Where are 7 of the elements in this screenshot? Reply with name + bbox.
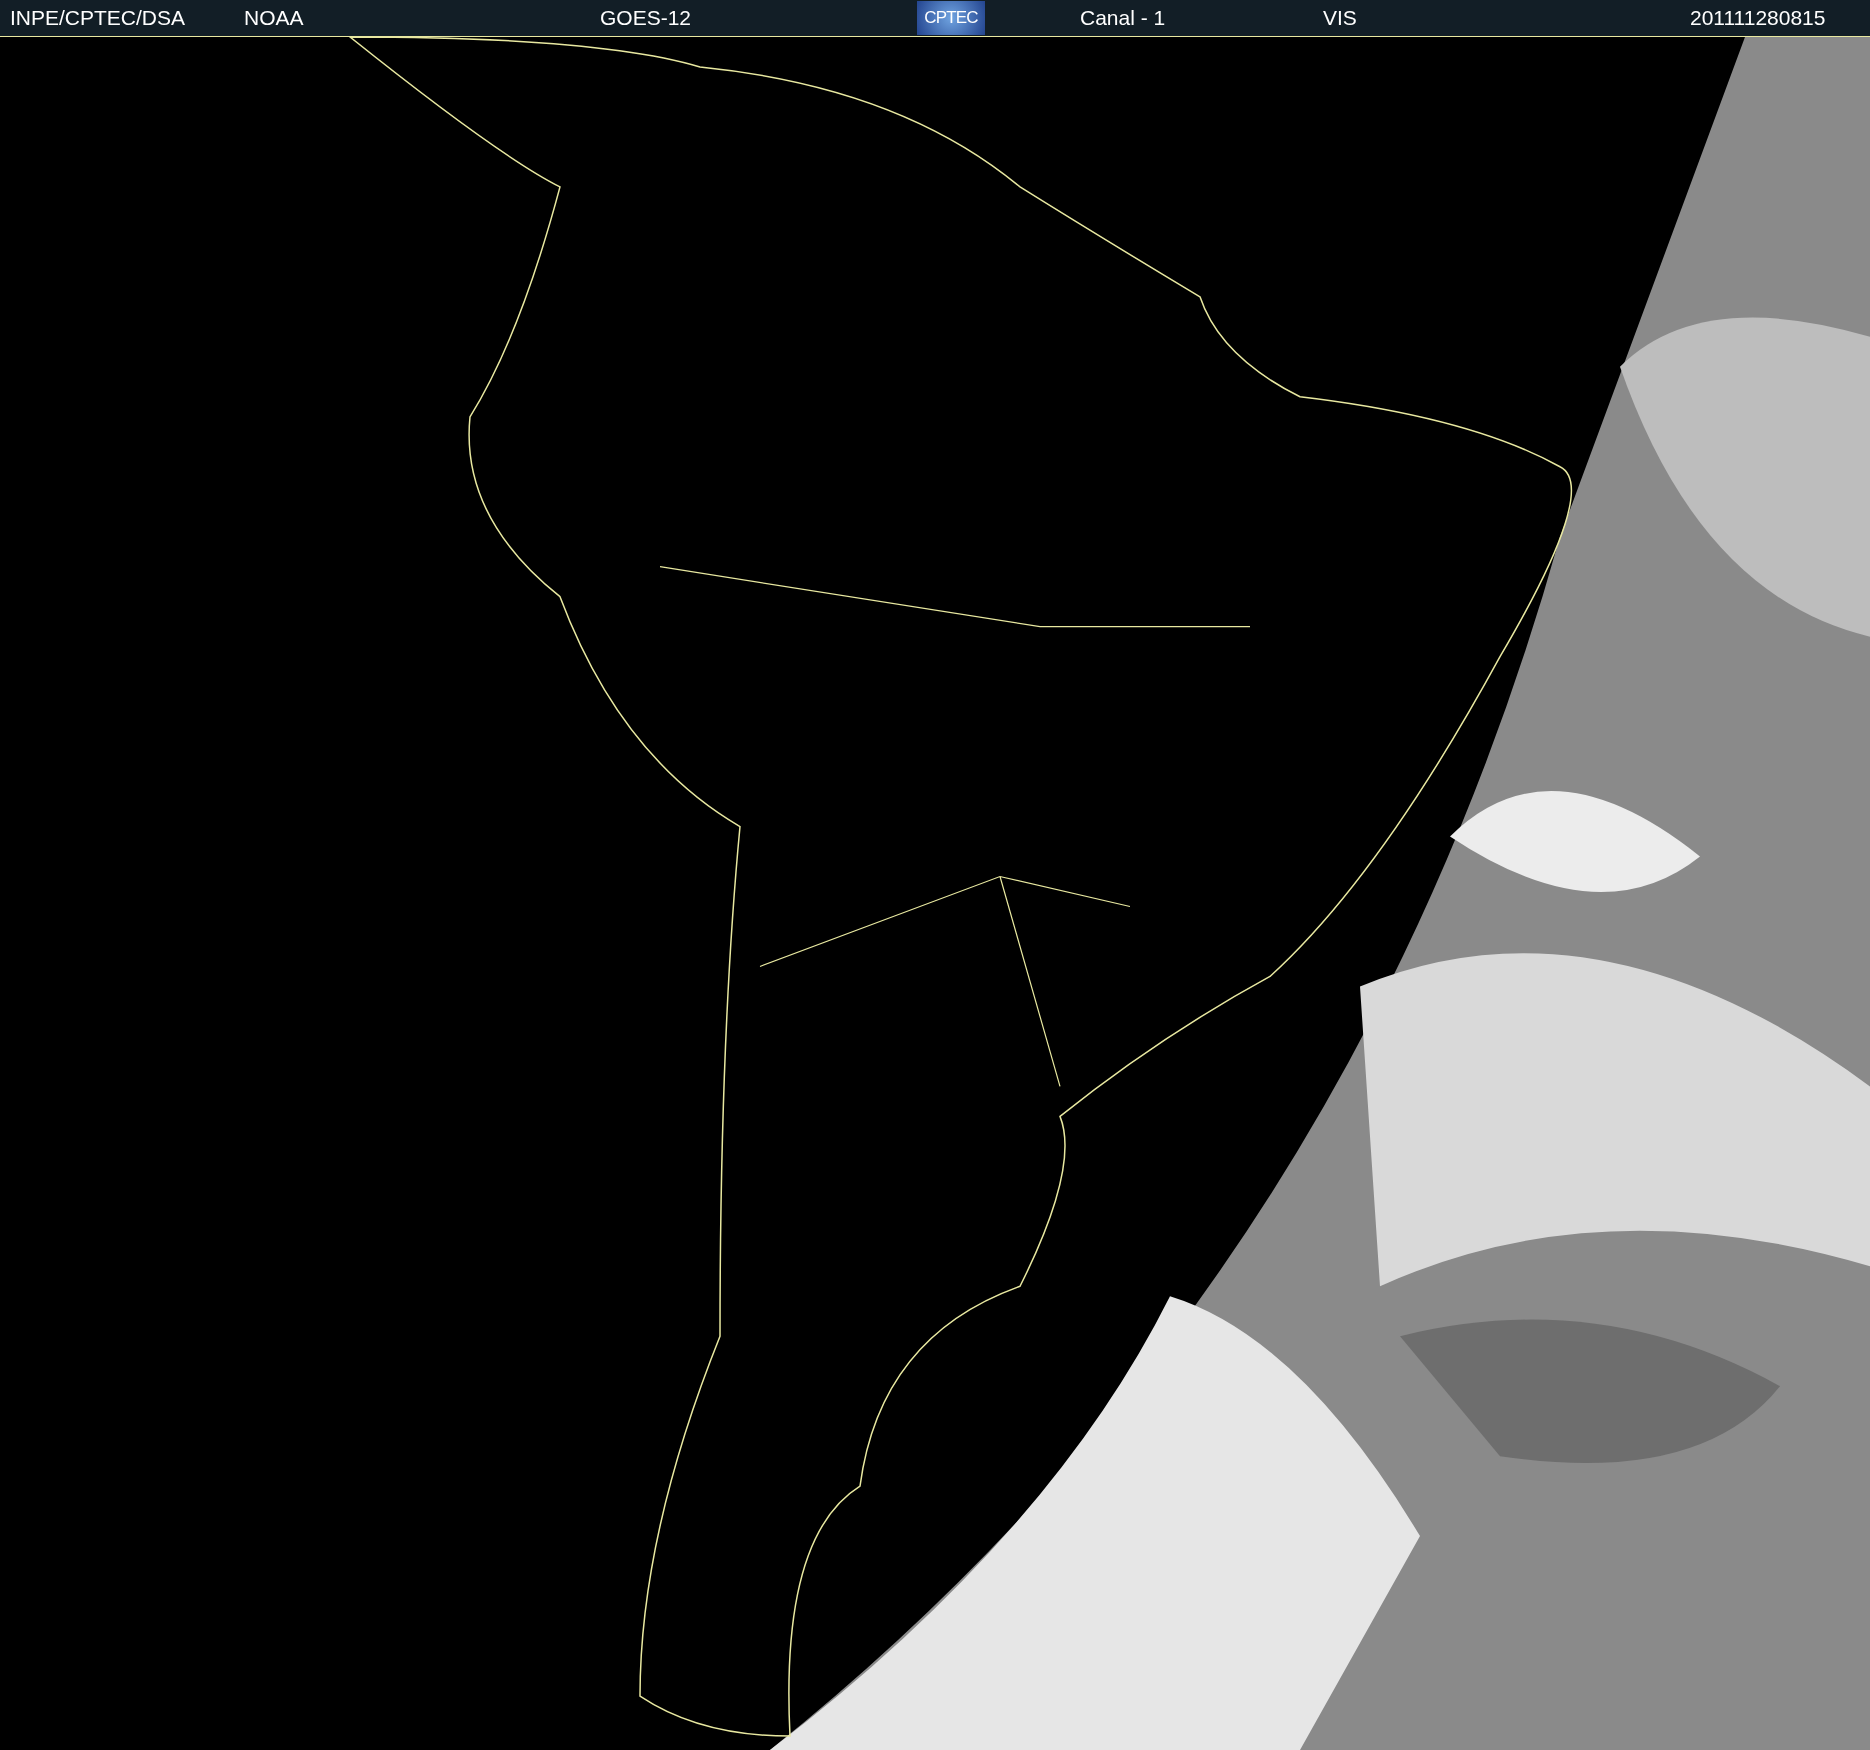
band-label: VIS (1323, 5, 1358, 32)
logo: CPTEC (917, 1, 985, 35)
agency-label: NOAA (244, 5, 305, 32)
source-label: INPE/CPTEC/DSA (10, 5, 187, 32)
satellite-label: GOES-12 (600, 5, 693, 32)
timestamp-label: 201111280815 (1690, 5, 1826, 32)
channel-label: Canal - 1 (1080, 5, 1167, 32)
